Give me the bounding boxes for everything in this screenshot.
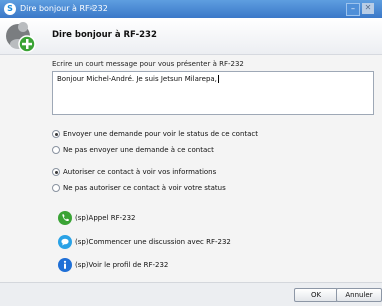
intro-message-text: Bonjour Michel-André. Je suis Jetsun Mil… — [57, 75, 217, 83]
dialog-window: S Dire bonjour à RF-232 ☼ – ✕ Dire bonjo… — [0, 0, 382, 306]
radio-no-authorize-label: Ne pas autoriser ce contact à voir votre… — [63, 184, 226, 192]
minimize-button[interactable]: – — [346, 3, 360, 16]
add-contact-icon — [4, 22, 36, 54]
intro-message-input[interactable]: Bonjour Michel-André. Je suis Jetsun Mil… — [52, 71, 374, 115]
radio-no-request-label: Ne pas envoyer une demande à ce contact — [63, 146, 214, 154]
text-caret — [217, 75, 219, 83]
chat-icon — [58, 235, 72, 249]
radio-button[interactable] — [52, 184, 60, 192]
message-prompt: Ecrire un court message pour vous présen… — [52, 60, 244, 68]
radio-authorize-label: Autoriser ce contact à voir vos informat… — [63, 168, 217, 176]
radio-button[interactable] — [52, 146, 60, 154]
title-bar[interactable]: S Dire bonjour à RF-232 ☼ – ✕ — [0, 0, 382, 18]
phone-call-icon — [58, 211, 72, 225]
start-chat-label: (sp)Commencer une discussion avec RF-232 — [75, 238, 231, 246]
loading-icon: ☼ — [88, 4, 97, 14]
close-button[interactable]: ✕ — [362, 3, 374, 14]
radio-send-request-label: Envoyer une demande pour voir le status … — [63, 130, 259, 138]
radio-button-selected[interactable] — [52, 130, 60, 138]
header-title: Dire bonjour à RF-232 — [52, 30, 157, 40]
view-profile-label: (sp)Voir le profil de RF-232 — [75, 261, 169, 269]
ok-button[interactable]: OK — [294, 288, 338, 302]
skype-icon: S — [4, 3, 16, 15]
call-contact-label: (sp)Appel RF-232 — [75, 214, 136, 222]
info-icon — [58, 258, 72, 272]
cancel-button[interactable]: Annuler — [336, 288, 382, 302]
radio-button-selected[interactable] — [52, 168, 60, 176]
dialog-header: Dire bonjour à RF-232 — [0, 18, 382, 55]
